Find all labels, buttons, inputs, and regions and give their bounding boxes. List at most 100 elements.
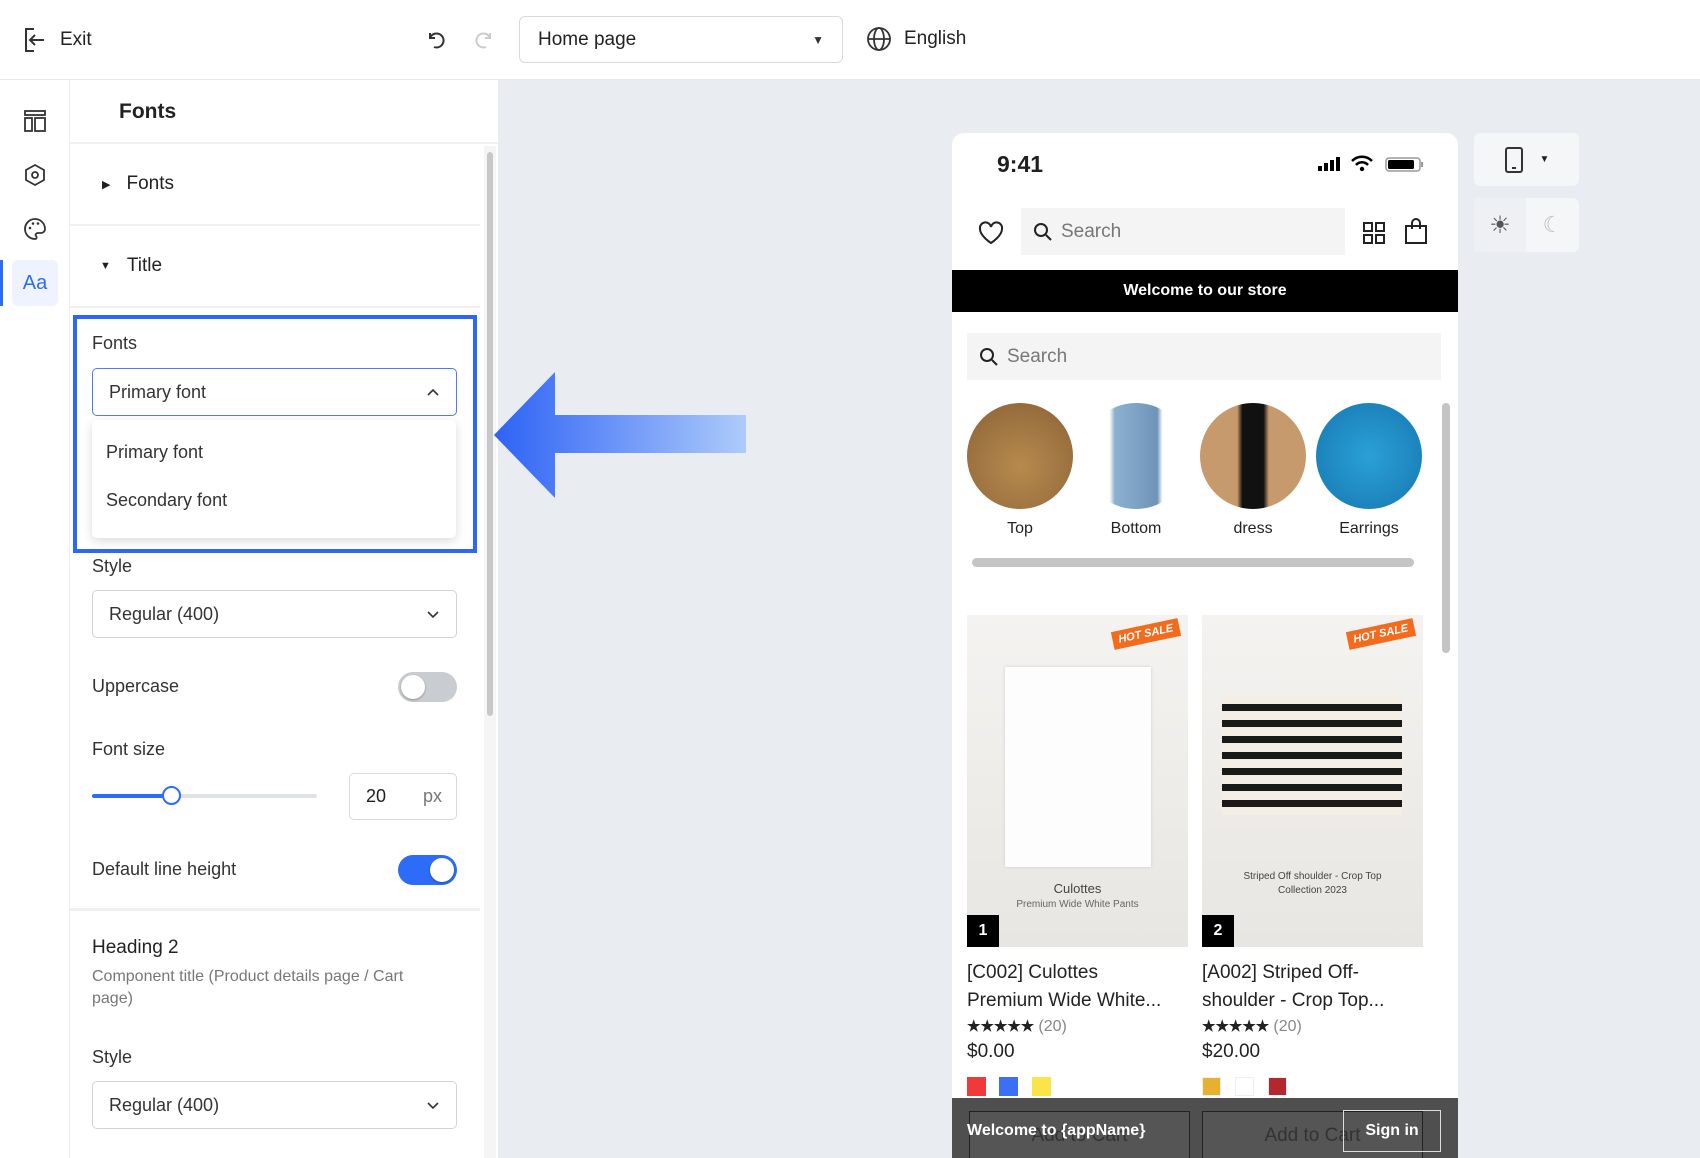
- caret-down-icon: ▼: [812, 32, 824, 47]
- status-time: 9:41: [997, 151, 1044, 177]
- line-height-toggle[interactable]: [398, 855, 457, 885]
- image-subcaption: Premium Wide White Pants: [1016, 899, 1139, 910]
- color-swatch[interactable]: [1202, 1077, 1221, 1096]
- section-fonts-toggle[interactable]: ▶ Fonts: [70, 144, 480, 226]
- caret-down-icon: ▼: [1539, 154, 1550, 165]
- section-label: Fonts: [126, 173, 174, 194]
- section-title-toggle[interactable]: ▼ Title: [70, 226, 480, 308]
- product-title-line: [C002] Culottes: [967, 962, 1098, 983]
- shopping-bag-icon[interactable]: [1404, 217, 1428, 245]
- font-size-unit: px: [422, 786, 442, 806]
- product-price: $20.00: [1202, 1041, 1261, 1062]
- search-placeholder: Search: [1061, 220, 1122, 242]
- category-label[interactable]: Bottom: [1078, 520, 1194, 538]
- typography-icon: Aa: [22, 271, 48, 294]
- scrollbar-track[interactable]: [484, 146, 496, 1158]
- category-image-bottom[interactable]: [1083, 403, 1189, 509]
- category-image-earrings[interactable]: [1316, 403, 1422, 509]
- phone-scrollbar[interactable]: [1442, 403, 1450, 653]
- font-size-input[interactable]: 20 px: [349, 773, 457, 820]
- category-scrollbar[interactable]: [972, 558, 1414, 567]
- light-mode-button[interactable]: ☀: [1474, 198, 1526, 252]
- heart-icon[interactable]: [978, 221, 1004, 245]
- category-label[interactable]: Earrings: [1311, 520, 1427, 538]
- announcement-banner: Welcome to our store: [952, 270, 1458, 312]
- font-size-value: 20: [366, 786, 387, 806]
- chevron-down-icon: [427, 1102, 439, 1110]
- search-placeholder: Search: [1007, 345, 1068, 367]
- layout-icon: [24, 110, 46, 132]
- redo-icon[interactable]: [472, 28, 496, 52]
- category-label[interactable]: dress: [1195, 520, 1311, 538]
- scrollbar-thumb[interactable]: [487, 152, 493, 716]
- chevron-down-icon: [427, 611, 439, 619]
- color-swatch[interactable]: [967, 1077, 986, 1096]
- review-count: (20): [1038, 1018, 1067, 1035]
- signal-icon: [1318, 157, 1340, 171]
- style-select-value: Regular (400): [109, 603, 220, 624]
- stars-icon: ★★★★★: [1202, 1018, 1270, 1035]
- color-swatch[interactable]: [1268, 1077, 1287, 1096]
- rail-active-indicator: [0, 260, 3, 306]
- product-image[interactable]: HOT SALE Striped Off shoulder - Crop Top…: [1202, 615, 1423, 947]
- color-swatch[interactable]: [1235, 1077, 1254, 1096]
- product-photo: [1222, 695, 1402, 815]
- bottom-sign-in-bar: Add to Cart Add to Cart Welcome to {appN…: [952, 1098, 1458, 1158]
- undo-icon[interactable]: [424, 28, 448, 52]
- font-size-label: Font size: [92, 739, 166, 759]
- product-rating: ★★★★★ (20): [967, 1017, 1067, 1036]
- status-icons: [1318, 155, 1423, 172]
- sun-icon: ☀: [1489, 211, 1511, 239]
- exit-icon: [25, 28, 44, 52]
- review-count: (20): [1273, 1018, 1302, 1035]
- exit-button[interactable]: Exit: [22, 26, 92, 54]
- rail-layout[interactable]: [12, 98, 58, 144]
- search-input[interactable]: Search: [967, 333, 1441, 380]
- device-select[interactable]: ▼: [1474, 133, 1579, 186]
- line-height-label: Default line height: [92, 859, 237, 879]
- product-photo: [1005, 667, 1151, 867]
- category-label[interactable]: Top: [962, 520, 1078, 538]
- slider-thumb[interactable]: [161, 786, 181, 805]
- product-title-line: Premium Wide White...: [967, 990, 1162, 1011]
- product-title-line: shoulder - Crop Top...: [1202, 990, 1385, 1011]
- moon-icon: ☾: [1542, 212, 1563, 237]
- page-select[interactable]: Home page ▼: [519, 16, 843, 63]
- category-image-dress[interactable]: [1200, 403, 1306, 509]
- palette-icon: [24, 218, 46, 240]
- sign-in-button[interactable]: Sign in: [1343, 1110, 1441, 1152]
- product-image[interactable]: HOT SALE Culottes Premium Wide White Pan…: [967, 615, 1188, 947]
- rail-settings[interactable]: [12, 152, 58, 198]
- font-size-slider[interactable]: [92, 786, 317, 805]
- arrow-left-icon: [494, 372, 746, 498]
- heading2-description: Component title (Product details page / …: [92, 968, 404, 1007]
- color-swatch[interactable]: [1032, 1077, 1051, 1096]
- uppercase-label: Uppercase: [92, 676, 180, 696]
- header-search-input[interactable]: Search: [1021, 208, 1345, 255]
- dark-mode-button[interactable]: ☾: [1526, 198, 1579, 252]
- heading2-title: Heading 2: [92, 937, 179, 958]
- top-bar: Exit Home page ▼ English: [0, 0, 1700, 80]
- hexagon-settings-icon: [25, 163, 45, 187]
- welcome-text: Welcome to {appName}: [967, 1122, 1146, 1139]
- style-label: Style: [92, 556, 133, 576]
- rail-fonts[interactable]: Aa: [12, 260, 58, 306]
- product-title[interactable]: [A002] Striped Off-shoulder - Crop Top..…: [1202, 959, 1417, 1015]
- category-image-top[interactable]: [967, 403, 1073, 509]
- color-swatch[interactable]: [999, 1077, 1018, 1096]
- rail-colors[interactable]: [12, 206, 58, 252]
- heading2-style-select[interactable]: Regular (400): [92, 1081, 457, 1129]
- exit-label: Exit: [60, 29, 92, 50]
- wifi-icon: [1351, 155, 1373, 172]
- image-caption: Culottes: [1053, 881, 1102, 896]
- style-select[interactable]: Regular (400): [92, 590, 457, 638]
- slider-fill: [92, 794, 171, 798]
- style-select-value: Regular (400): [109, 1094, 220, 1115]
- divider: [70, 908, 480, 911]
- grid-icon[interactable]: [1362, 221, 1386, 245]
- language-button[interactable]: English: [866, 26, 966, 52]
- uppercase-toggle[interactable]: [398, 672, 457, 702]
- battery-icon: [1385, 157, 1423, 172]
- theme-toggle: ☀ ☾: [1474, 198, 1579, 252]
- product-title[interactable]: [C002] Culottes Premium Wide White...: [967, 959, 1182, 1015]
